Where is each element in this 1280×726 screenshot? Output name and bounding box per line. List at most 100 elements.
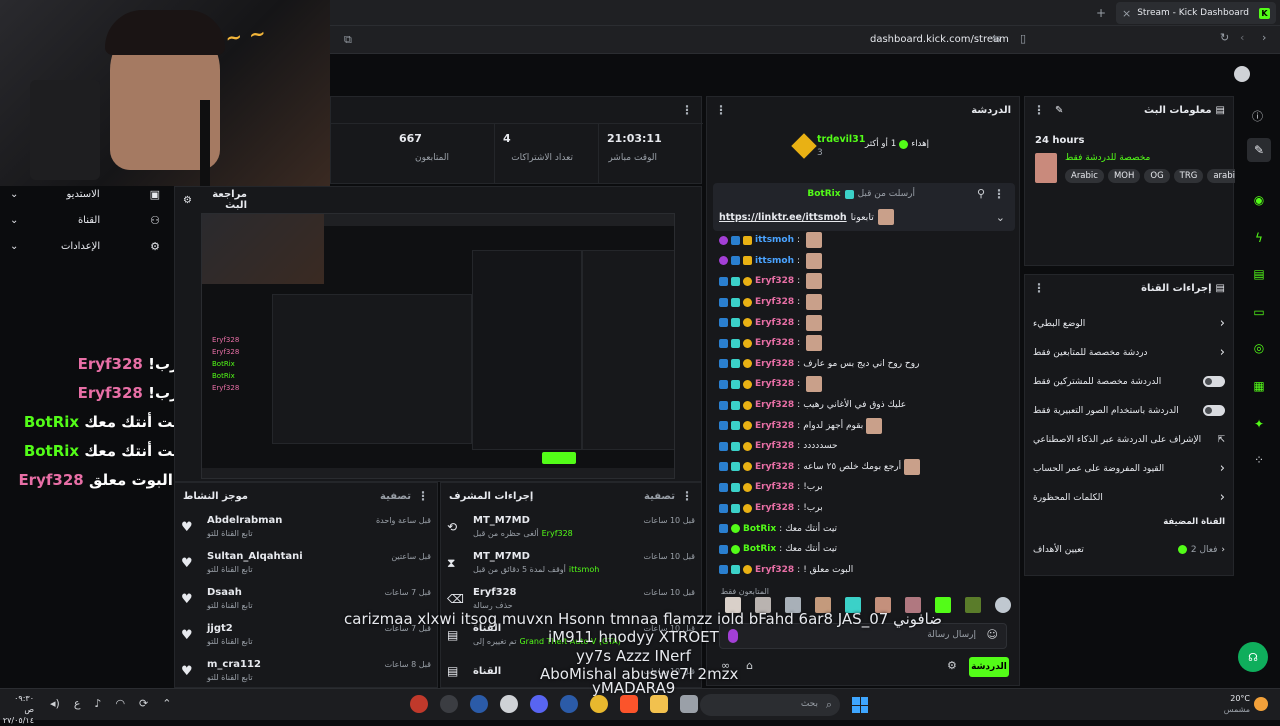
chat-message[interactable]: Eryf328: برب! [719,498,1009,519]
new-tab-button[interactable]: + [1096,6,1106,20]
back-icon[interactable]: ‹ [1240,31,1244,44]
chat-icon[interactable]: ▭ [1247,300,1271,324]
channel-action-row[interactable]: دردشة مخصصة للمتابعين فقط › [1025,338,1233,367]
chat-menu-icon[interactable]: ⋮ [715,103,727,117]
chat-message[interactable]: Eryf328: حسددددد [719,436,1009,457]
chat-message[interactable]: Eryf328: عليك ذوق في الأغاني رهيب [719,395,1009,416]
chat-username[interactable]: BotRix [743,524,776,534]
language-icon[interactable]: ع [74,697,81,710]
broadcast-icon[interactable]: ◎ [1247,336,1271,360]
stats-menu-icon[interactable]: ⋮ [681,103,693,117]
chat-message[interactable]: Eryf328: بقوم أجهز لدوام [719,415,1009,436]
info-icon[interactable]: ⓘ [1252,108,1263,124]
pinned-link[interactable]: https://linktr.ee/ittsmoh [719,212,847,223]
toggle-switch[interactable] [1203,376,1225,387]
wrench-icon[interactable]: ✦ [1247,412,1271,436]
activity-filter-button[interactable]: تصفية [380,491,411,502]
external-link-icon[interactable]: ⇱ [1217,435,1225,445]
activity-item[interactable]: ♥ Abdelrabman قبل ساعة واحدة تابع القناة … [175,509,437,545]
menu-settings[interactable]: ⌄ الإعدادات ⚙ [10,240,160,253]
avatar[interactable] [1234,66,1250,82]
stream-tag[interactable]: OG [1144,169,1170,183]
bookmark-icon[interactable]: ▯ [1020,32,1026,45]
goals-row[interactable]: تعيين الأهداف فعال 2 › [1025,535,1233,564]
translate-icon[interactable]: ⇆ [992,32,1001,45]
folder-icon[interactable] [650,695,668,713]
chat-username[interactable]: ittsmoh [755,256,794,266]
sync-icon[interactable]: ⟳ [139,697,148,710]
windows-start-icon[interactable] [852,697,868,713]
emote[interactable] [965,597,981,613]
channel-actions-menu-icon[interactable]: ⋮ [1033,281,1045,295]
support-icon[interactable]: ☊ [1238,642,1268,672]
channel-action-row[interactable]: الوضع البطيء › [1025,309,1233,338]
list-icon[interactable]: ▤ [1247,262,1271,286]
chat-username[interactable]: Eryf328 [755,297,794,307]
chevron-right-icon[interactable]: › [1220,461,1225,476]
pin-icon[interactable]: ⚲ [977,187,985,200]
chat-message[interactable]: Eryf328: [719,292,1009,313]
layout-icon[interactable]: ▦ [1247,374,1271,398]
chat-message[interactable]: BotRix: تيت أنتك معك [719,518,1009,539]
chat-username[interactable]: Eryf328 [755,441,794,451]
chat-message[interactable]: ittsmoh: [719,230,1009,251]
mod-action-item[interactable]: ⟲ MT_M7MD قبل 10 ساعات ألغى حظره من قبل Er… [441,509,701,545]
chat-message[interactable]: Eryf328: [719,271,1009,292]
steam-icon[interactable] [470,695,488,713]
chat-message[interactable]: Eryf328: [719,333,1009,354]
chat-message[interactable]: BotRix: تيت أنتك معك [719,539,1009,560]
stream-preview-video[interactable]: Eryf328 Eryf328 BotRix BotRix Eryf328 [201,213,675,479]
channel-action-row[interactable]: القيود المفروضة على عمر الحساب › [1025,454,1233,483]
channel-action-row[interactable]: الإشراف على الدردشة عبر الذكاء الاصطناعي… [1025,425,1233,454]
mod-action-target[interactable]: ittsmoh [569,563,599,576]
stream-tag[interactable]: Arabic [1065,169,1104,183]
chat-username[interactable]: Eryf328 [755,379,794,389]
edit-layout-icon[interactable]: ✎ [1247,138,1271,162]
menu-channel[interactable]: ⌄ القناة ⚇ [10,214,160,227]
mod-action-item[interactable]: ⧗ MT_M7MD قبل 10 ساعات أوقف لمدة 5 دقائق … [441,545,701,581]
edit-icon[interactable]: ✎ [1055,105,1063,116]
chat-message[interactable]: Eryf328: أرجع بومك خلص ٢٥ ساعه [719,457,1009,478]
chat-username[interactable]: BotRix [743,544,776,554]
emoji-icon[interactable]: ☺ [987,628,998,641]
screen-share-icon[interactable]: ⧉ [344,33,352,47]
chat-username[interactable]: Eryf328 [755,565,794,575]
chat-username[interactable]: Eryf328 [755,276,794,286]
channel-action-row[interactable]: الدردشة مخصصة للمشتركين فقط [1025,367,1233,396]
obs-icon[interactable] [410,695,428,713]
pinned-message[interactable]: أرسلت من قبل BotRix ⚲ ⋮ https://linktr.e… [713,183,1015,231]
mod-filter-button[interactable]: تصفية [644,491,675,502]
steam-icon[interactable] [560,695,578,713]
chevron-right-icon[interactable]: › [1220,345,1225,360]
chevron-down-icon[interactable]: ⌄ [996,211,1005,224]
chat-username[interactable]: Eryf328 [755,359,794,369]
chat-message[interactable]: Eryf328: برب! [719,477,1009,498]
chat-message[interactable]: Eryf328: [719,312,1009,333]
close-tab-icon[interactable]: × [1122,7,1131,20]
forward-icon[interactable]: › [1262,31,1266,44]
pinned-menu-icon[interactable]: ⋮ [993,187,1005,201]
chat-username[interactable]: Eryf328 [755,462,794,472]
taskbar-search[interactable]: بحث ⌕ [700,694,840,716]
mod-action-target[interactable]: Eryf328 [542,527,573,540]
more-icon[interactable]: ⁘ [1247,448,1271,472]
mic-tray-icon[interactable]: ♪ [94,697,101,710]
activity-item[interactable]: ♥ Sultan_Alqahtani قبل ساعتين تابع القناة… [175,545,437,581]
app-icon[interactable] [440,695,458,713]
volume-icon[interactable]: ◂) [50,697,60,710]
chat-username[interactable]: Eryf328 [755,503,794,513]
activity-menu-icon[interactable]: ⋮ [417,489,429,503]
url-field[interactable]: dashboard.kick.com/stream [870,34,1009,45]
settings-app-icon[interactable] [500,695,518,713]
chat-username[interactable]: ittsmoh [755,235,794,245]
camera-icon[interactable]: ◉ [1247,188,1271,212]
discord-icon[interactable] [530,695,548,713]
channel-action-row[interactable]: الكلمات المحظورة › [1025,483,1233,512]
menu-studio[interactable]: ⌄ الاستديو ▣ [10,188,160,201]
chevron-right-icon[interactable]: › [1220,490,1225,505]
stream-tag[interactable]: arabi [1207,169,1235,183]
chat-username[interactable]: Eryf328 [755,482,794,492]
chat-message[interactable]: ittsmoh: [719,251,1009,272]
bolt-icon[interactable]: ϟ [1247,226,1271,250]
emote[interactable] [995,597,1011,613]
